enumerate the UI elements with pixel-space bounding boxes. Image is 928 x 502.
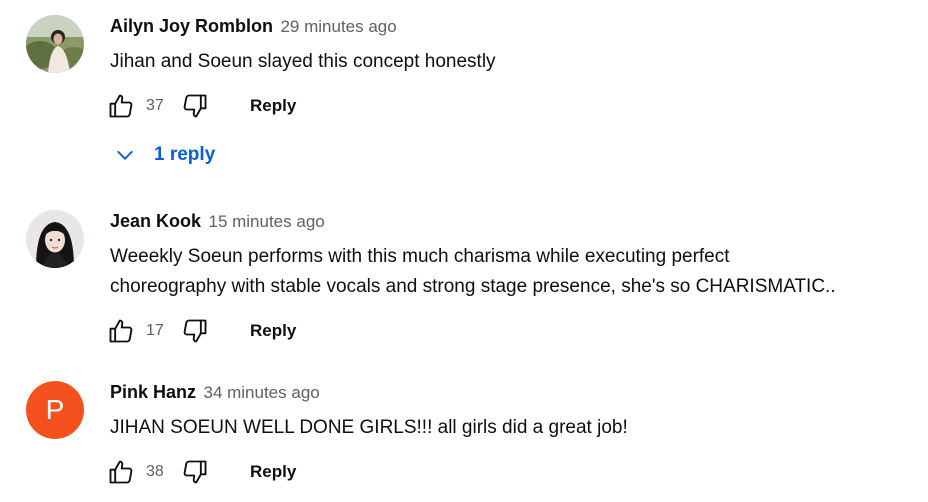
comment-timestamp[interactable]: 29 minutes ago	[280, 17, 396, 36]
avatar[interactable]	[26, 15, 84, 73]
thumbs-down-icon	[183, 460, 207, 484]
like-count: 37	[146, 97, 164, 114]
view-replies-button[interactable]: 1 reply	[114, 144, 215, 166]
comment-text-line: choreography with stable vocals and stro…	[110, 276, 836, 297]
like-count: 17	[146, 322, 164, 339]
comment-author[interactable]: Pink Hanz	[110, 382, 196, 402]
like-button[interactable]	[106, 316, 136, 346]
comment-text: Weeekly Soeun performs with this much ch…	[110, 242, 910, 302]
comment-text: JIHAN SOEUN WELL DONE GIRLS!!! all girls…	[110, 417, 628, 438]
comment-timestamp[interactable]: 34 minutes ago	[203, 383, 319, 402]
thumbs-up-icon	[109, 94, 133, 118]
comment-timestamp[interactable]: 15 minutes ago	[208, 212, 324, 231]
avatar-letter: P	[45, 394, 65, 425]
avatar[interactable]: P	[26, 381, 84, 439]
reply-button[interactable]: Reply	[250, 462, 296, 482]
avatar[interactable]	[26, 210, 84, 268]
dislike-button[interactable]	[180, 457, 210, 487]
replies-count-label: 1 reply	[154, 144, 216, 165]
comment-author[interactable]: Jean Kook	[110, 211, 201, 231]
reply-button[interactable]: Reply	[250, 321, 296, 341]
reply-button[interactable]: Reply	[250, 96, 296, 116]
like-button[interactable]	[106, 457, 136, 487]
comment-text-line: Weeekly Soeun performs with this much ch…	[110, 246, 730, 267]
thumbs-up-icon	[109, 460, 133, 484]
thumbs-down-icon	[183, 94, 207, 118]
comment-author[interactable]: Ailyn Joy Romblon	[110, 16, 273, 36]
comment-text: Jihan and Soeun slayed this concept hone…	[110, 51, 496, 72]
dislike-button[interactable]	[180, 316, 210, 346]
like-button[interactable]	[106, 91, 136, 121]
dislike-button[interactable]	[180, 91, 210, 121]
thumbs-up-icon	[109, 319, 133, 343]
like-count: 38	[146, 463, 164, 480]
chevron-down-icon	[117, 150, 133, 160]
thumbs-down-icon	[183, 319, 207, 343]
